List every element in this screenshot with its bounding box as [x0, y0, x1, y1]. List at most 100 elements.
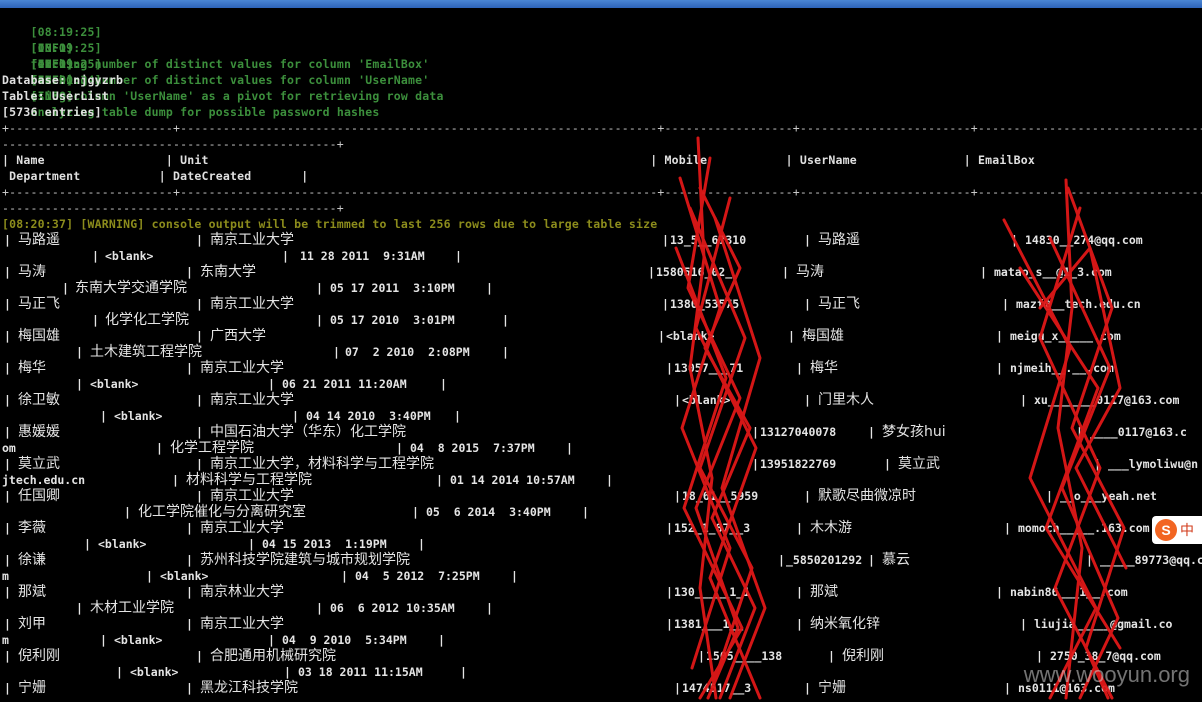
row-username: 莫立武: [898, 456, 940, 472]
row-mobile: 13057___71: [674, 361, 744, 375]
row-name: 任国卿: [18, 488, 60, 504]
row-email: meigu_x_____.com: [1010, 329, 1121, 343]
row-mobile: 152_1_87__3: [674, 521, 751, 535]
table-cell-border: |: [582, 505, 589, 519]
row-email: momoch_____.163.com: [1018, 521, 1150, 535]
table-cell-border: |: [76, 345, 83, 359]
row-department: <blank>: [98, 537, 147, 551]
table-cell-border: |: [4, 489, 11, 503]
row-department: <blank>: [105, 249, 154, 263]
row-email-wrap: m: [2, 569, 9, 583]
ime-indicator[interactable]: S 中: [1152, 516, 1202, 544]
table-cell-border: |: [186, 553, 193, 567]
row-email: mazf@__tech.edu.cn: [1016, 297, 1141, 311]
table-cell-border: |: [282, 249, 289, 263]
table-cell-border: |: [196, 233, 203, 247]
row-mobile: <blank>: [682, 393, 731, 407]
table-cell-border: |: [996, 361, 1003, 375]
row-username: 马正飞: [818, 296, 860, 312]
table-cell-border: |: [92, 249, 99, 263]
table-cell-border: |: [1086, 553, 1093, 567]
table-cell-border: |: [92, 313, 99, 327]
table-cell-border: |: [100, 633, 107, 647]
header-emailbox: EmailBox: [978, 153, 1035, 167]
row-name: 那斌: [18, 584, 46, 600]
console-window[interactable]: [08:19:25] [INFO] fetching number of dis…: [0, 8, 1202, 702]
row-datecreated: 04 15 2013 1:19PM: [262, 537, 387, 551]
row-username: 宁姗: [818, 680, 846, 696]
row-mobile: _5850201292: [786, 553, 863, 567]
table-cell-border: |: [1004, 521, 1011, 535]
table-cell-border: |: [268, 633, 275, 647]
row-unit: 南京工业大学: [210, 296, 294, 312]
table-cell-border: |: [804, 393, 811, 407]
table-cell-border: |: [796, 617, 803, 631]
row-name: 惠媛媛: [18, 424, 60, 440]
table-cell-border: |: [4, 265, 11, 279]
row-mobile: 1474517__3: [682, 681, 752, 695]
row-mobile: 13_5__67310: [670, 233, 747, 247]
table-cell-border: |: [752, 457, 759, 471]
table-cell-border: |: [196, 329, 203, 343]
table-cell-border: |: [4, 681, 11, 695]
header-datecreated: DateCreated: [172, 169, 252, 183]
table-cell-border: |: [1076, 425, 1083, 439]
table-cell-border: |: [454, 409, 461, 423]
row-email: _____89773@qq.co: [1100, 553, 1202, 567]
table-cell-border: |: [196, 425, 203, 439]
row-datecreated: 03 18 2011 11:15AM: [298, 665, 423, 679]
table-cell-border: |: [186, 681, 193, 695]
table-cell-border: |: [196, 393, 203, 407]
table-cell-border: |: [84, 537, 91, 551]
table-border: +-----------------------+---------------…: [2, 121, 1202, 135]
row-department: 材料科学与工程学院: [186, 472, 312, 488]
table-cell-border: |: [648, 265, 655, 279]
row-unit: 南京工业大学，材料科学与工程学院: [210, 456, 434, 472]
table-cell-border: |: [124, 505, 131, 519]
header-unit: Unit: [180, 153, 209, 167]
table-cell-border: |: [156, 441, 163, 455]
row-name: 徐卫敏: [18, 392, 60, 408]
row-name: 刘甲: [18, 616, 46, 632]
row-username: 倪利刚: [842, 648, 884, 664]
table-border: +-----------------------+---------------…: [2, 185, 1202, 199]
row-email: nabin86___1__.com: [1010, 585, 1128, 599]
database-label: Database: njgyzrb: [2, 73, 124, 87]
table-cell-border: |: [460, 665, 467, 679]
row-unit: 南京工业大学: [200, 616, 284, 632]
table-cell-border: |: [116, 665, 123, 679]
table-cell-border: |: [996, 585, 1003, 599]
table-cell-border: |: [4, 393, 11, 407]
table-cell-border: |: [1020, 393, 1027, 407]
table-cell-border: |: [62, 281, 69, 295]
table-cell-border: |: [316, 313, 323, 327]
row-datecreated: 11 28 2011 9:31AM: [300, 249, 425, 263]
row-name: 莫立武: [18, 456, 60, 472]
table-cell-border: |: [980, 265, 987, 279]
row-unit: 广西大学: [210, 328, 266, 344]
table-cell-border: |: [76, 377, 83, 391]
row-email-wrap: m: [2, 633, 9, 647]
table-cell-border: |: [666, 361, 673, 375]
warning-line: [08:20:37] [WARNING] console output will…: [2, 217, 658, 231]
row-department: <blank>: [160, 569, 209, 583]
row-datecreated: 04 8 2015 7:37PM: [410, 441, 535, 455]
row-mobile: 1505____138: [706, 649, 783, 663]
entries-count: [5736 entries]: [2, 105, 102, 119]
row-email: xu_______0117@163.com: [1034, 393, 1180, 407]
row-unit: 苏州科技学院建筑与城市规划学院: [200, 552, 410, 568]
row-department: 土木建筑工程学院: [90, 344, 202, 360]
table-cell-border: |: [186, 265, 193, 279]
table-cell-border: |: [1002, 297, 1009, 311]
row-email: 14830__274@qq.com: [1025, 233, 1143, 247]
row-unit: 南京工业大学: [210, 488, 294, 504]
table-cell-border: |: [502, 345, 509, 359]
table-cell-border: |: [4, 585, 11, 599]
row-username: 木木游: [810, 520, 852, 536]
table-cell-border: |: [666, 521, 673, 535]
table-cell-border: |: [186, 617, 193, 631]
table-cell-border: |: [868, 425, 875, 439]
row-username: 马路遥: [818, 232, 860, 248]
row-unit: 南京工业大学: [210, 232, 294, 248]
table-border: ----------------------------------------…: [2, 201, 344, 215]
